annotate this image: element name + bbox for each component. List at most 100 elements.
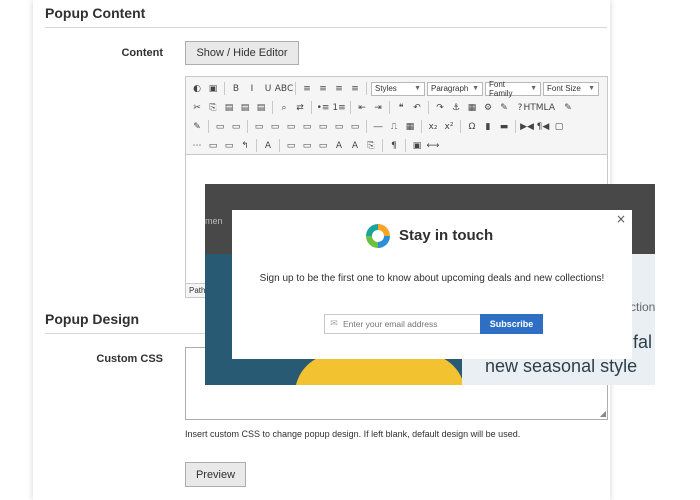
chevron-down-icon: ▼ [472, 85, 479, 92]
italic-icon[interactable]: I [245, 82, 259, 96]
select-paragraph[interactable]: Paragraph ▼ [427, 81, 483, 96]
select-styles[interactable]: Styles ▼ [371, 81, 425, 96]
toolbar-icon[interactable]: ✎ [561, 101, 575, 115]
toolbar-separator [256, 139, 257, 152]
email-input[interactable] [343, 319, 475, 329]
toolbar-icon[interactable]: A [332, 139, 346, 153]
select-label: Styles [375, 84, 397, 93]
toolbar-icon[interactable]: HTML [523, 101, 548, 115]
toolbar-icon[interactable]: ⎘ [206, 101, 220, 115]
toolbar-separator [272, 101, 273, 114]
toolbar-icon[interactable]: ▭ [300, 139, 314, 153]
html-icon[interactable]: ◐ [190, 82, 204, 96]
toolbar-icon[interactable]: ✎ [190, 120, 204, 134]
toolbar-icon[interactable]: ▶◀ [520, 120, 534, 134]
select-label: Paragraph [431, 84, 469, 93]
toolbar-icon[interactable]: ⇤ [355, 101, 369, 115]
toolbar-row-2: ✂ ⎘ ▤ ▤ ▤ ⌕ ⇄ •≡ 1≡ ⇤ ⇥ ❝ ↶ ↷ ⚓ ▦ ⚙ ✎? HTML A ✎ [190, 98, 603, 117]
underline-icon[interactable]: U [261, 82, 275, 96]
toolbar-icon[interactable]: ⇄ [293, 101, 307, 115]
align-justify-icon[interactable]: ≡ [348, 82, 362, 96]
toolbar-icon[interactable]: ▤ [254, 101, 268, 115]
show-hide-editor-button[interactable]: Show / Hide Editor [185, 41, 299, 65]
backdrop-text-line-2: new seasonal style [485, 356, 638, 376]
toolbar-icon[interactable]: ⚓ [449, 101, 463, 115]
toolbar-icon[interactable]: ▭ [284, 139, 298, 153]
toolbar-icon[interactable]: ▭ [229, 120, 243, 134]
toolbar-icon[interactable]: ↷ [433, 101, 447, 115]
toolbar-icon[interactable]: ❝ [394, 101, 408, 115]
toolbar-icon[interactable]: ▭ [252, 120, 266, 134]
align-right-icon[interactable]: ≡ [332, 82, 346, 96]
toolbar-icon[interactable]: ⎘ [364, 139, 378, 153]
toolbar-icon[interactable]: ▣ [410, 139, 424, 153]
toolbar-icon[interactable]: ↰ [238, 139, 252, 153]
toolbar-icon[interactable]: •≡ [316, 101, 330, 115]
toolbar-icon[interactable]: A [348, 139, 362, 153]
toolbar-icon[interactable]: ¶◀ [536, 120, 550, 134]
select-font-size[interactable]: Font Size ▼ [543, 81, 599, 96]
toolbar-icon[interactable]: ▭ [284, 120, 298, 134]
select-font-family[interactable]: Font Family ▼ [485, 80, 541, 98]
toolbar-icon[interactable]: ▭ [316, 120, 330, 134]
content-label: Content [121, 47, 163, 59]
toolbar-icon[interactable]: ― [371, 120, 385, 134]
toolbar-icon[interactable]: A [545, 101, 559, 115]
toolbar-icon[interactable]: 1≡ [332, 101, 346, 115]
toolbar-icon[interactable]: ▦ [403, 120, 417, 134]
toolbar-icon[interactable]: ▭ [332, 120, 346, 134]
toolbar-icon[interactable]: ✎ [497, 101, 511, 115]
toolbar-icon[interactable]: ▭ [268, 120, 282, 134]
toolbar-icon[interactable]: x² [442, 120, 456, 134]
chevron-down-icon: ▼ [530, 85, 537, 92]
toolbar-icon[interactable]: ¶ [387, 139, 401, 153]
align-center-icon[interactable]: ≡ [316, 82, 330, 96]
strikethrough-icon[interactable]: ABC [275, 82, 293, 96]
toolbar-icon[interactable]: Ω [465, 120, 479, 134]
bold-icon[interactable]: B [229, 82, 243, 96]
resize-handle-icon[interactable]: ◢ [600, 409, 606, 418]
backdrop-text-small: ction [630, 300, 655, 314]
toolbar-icon[interactable]: ▭ [300, 120, 314, 134]
toolbar-icon[interactable]: ⚙ [481, 101, 495, 115]
toolbar-icon[interactable]: ▭ [222, 139, 236, 153]
toolbar-icon[interactable]: x₂ [426, 120, 440, 134]
toolbar-icon[interactable]: ↶ [410, 101, 424, 115]
toolbar-icon[interactable]: ▤ [238, 101, 252, 115]
toolbar-icon[interactable]: ▤ [222, 101, 236, 115]
popup-design-heading: Popup Design [45, 311, 140, 327]
toolbar-row-3: ✎ ▭ ▭ ▭ ▭ ▭ ▭ ▭ ▭ ▭ ― ⎍ ▦ x₂ x² Ω ▮ ▬ ▶◀ ¶◀ ▢ [190, 117, 603, 136]
toolbar-icon[interactable]: ⎍ [387, 120, 401, 134]
toolbar-icon[interactable]: A [261, 139, 275, 153]
email-field[interactable]: ✉ [324, 314, 481, 334]
toolbar-separator [208, 120, 209, 133]
preview-button[interactable]: Preview [185, 462, 246, 487]
toolbar-icon[interactable]: ⌕ [277, 101, 291, 115]
select-label: Font Size [547, 84, 581, 93]
close-icon[interactable]: × [616, 212, 626, 226]
toolbar-icon[interactable]: ▬ [497, 120, 511, 134]
toolbar-icon[interactable]: ▭ [348, 120, 362, 134]
toolbar-icon[interactable]: ▢ [552, 120, 566, 134]
toolbar-row-1: ◐ ▣ B I U ABC ≡ ≡ ≡ ≡ Styles ▼ Paragraph ▼ Font Family… [190, 79, 603, 98]
custom-css-note: Insert custom CSS to change popup design… [185, 429, 521, 439]
align-left-icon[interactable]: ≡ [300, 82, 314, 96]
toolbar-separator [389, 101, 390, 114]
chevron-down-icon: ▼ [588, 85, 595, 92]
toolbar-icon[interactable]: ✂ [190, 101, 204, 115]
toolbar-separator [247, 120, 248, 133]
toolbar-icon[interactable]: ⟷ [426, 139, 440, 153]
toolbar-separator [515, 120, 516, 133]
template-icon[interactable]: ▣ [206, 82, 220, 96]
toolbar-icon[interactable]: ▮ [481, 120, 495, 134]
toolbar-icon[interactable]: ⇥ [371, 101, 385, 115]
toolbar-icon[interactable]: ▭ [316, 139, 330, 153]
toolbar-separator [279, 139, 280, 152]
subscribe-button[interactable]: Subscribe [480, 314, 543, 334]
toolbar-icon[interactable]: ⋯ [190, 139, 204, 153]
toolbar-separator [311, 101, 312, 114]
newsletter-popup: × Stay in touch Sign up to be the first … [232, 210, 632, 359]
toolbar-icon[interactable]: ▭ [206, 139, 220, 153]
toolbar-icon[interactable]: ▭ [213, 120, 227, 134]
toolbar-icon[interactable]: ▦ [465, 101, 479, 115]
